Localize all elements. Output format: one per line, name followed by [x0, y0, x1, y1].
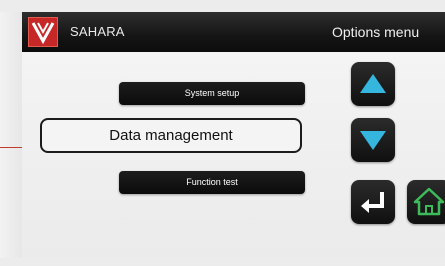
home-button[interactable] [407, 180, 445, 224]
scroll-up-button[interactable] [351, 62, 395, 106]
home-icon [413, 187, 445, 216]
title-bar: SAHARA Options menu [22, 12, 445, 52]
menu-item-function-test[interactable]: Function test [119, 171, 305, 194]
app-name: SAHARA [70, 24, 125, 39]
menu-item-label: Data management [109, 127, 233, 144]
brand-logo-icon [28, 17, 58, 47]
screen-title: Options menu [332, 24, 420, 40]
menu-item-label: Function test [186, 177, 238, 187]
bezel-top [0, 0, 445, 12]
bezel-bottom [0, 258, 445, 266]
up-triangle-icon [360, 74, 386, 93]
down-triangle-icon [360, 131, 386, 150]
device-display: SAHARA Options menu System setup Data ma… [0, 0, 445, 266]
bezel-left [0, 12, 22, 266]
menu-item-label: System setup [184, 88, 240, 98]
touch-screen: SAHARA Options menu System setup Data ma… [22, 12, 445, 258]
enter-button[interactable] [351, 180, 395, 224]
enter-return-icon [361, 192, 384, 213]
scroll-down-button[interactable] [351, 118, 395, 162]
menu-item-data-management[interactable]: Data management [40, 118, 302, 153]
menu-item-system-setup[interactable]: System setup [119, 82, 305, 105]
